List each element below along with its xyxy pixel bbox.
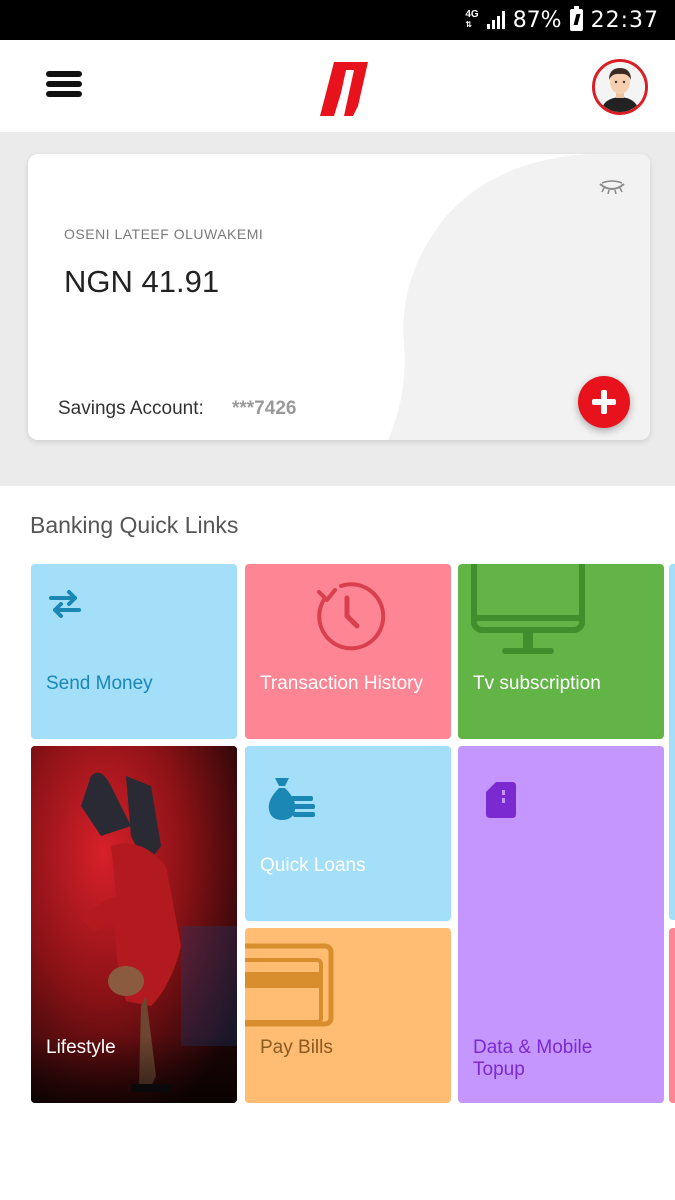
lifestyle-label: Lifestyle xyxy=(46,1037,116,1058)
send-money-label: Send Money xyxy=(46,673,153,694)
account-holder-name: OSENI LATEEF OLUWAKEMI xyxy=(64,226,264,242)
lifestyle-tile[interactable]: Lifestyle xyxy=(31,746,237,1103)
pay-bills-tile[interactable]: Pay Bills xyxy=(245,928,451,1103)
sim-card-icon xyxy=(486,782,516,818)
transaction-history-label: Transaction History xyxy=(260,673,423,694)
account-card[interactable]: OSENI LATEEF OLUWAKEMI NGN 41.91 Savings… xyxy=(28,154,650,440)
hide-balance-eye-icon[interactable] xyxy=(598,180,626,196)
account-section: OSENI LATEEF OLUWAKEMI NGN 41.91 Savings… xyxy=(0,132,675,486)
next-tile-edge-2[interactable] xyxy=(669,928,675,1103)
clock: 22:37 xyxy=(590,7,659,33)
tv-monitor-icon xyxy=(471,564,585,654)
network-type: 4G ⇅ xyxy=(465,9,479,30)
clock-history-icon xyxy=(317,582,386,651)
quick-loans-label: Quick Loans xyxy=(260,855,366,876)
account-balance: NGN 41.91 xyxy=(64,264,220,299)
hamburger-menu-icon[interactable] xyxy=(46,71,82,99)
account-type-label: Savings Account: xyxy=(58,398,204,419)
bank-logo xyxy=(320,62,368,116)
transfer-arrows-icon xyxy=(49,590,81,618)
credit-card-icon xyxy=(245,943,334,1027)
money-bag-icon xyxy=(268,778,315,820)
tv-subscription-label: Tv subscription xyxy=(473,673,601,694)
send-money-tile[interactable]: Send Money xyxy=(31,564,237,739)
quick-loans-tile[interactable]: Quick Loans xyxy=(245,746,451,921)
account-number: ***7426 xyxy=(232,398,297,419)
signal-icon xyxy=(486,11,505,29)
status-bar: 4G ⇅ 87% 22:37 xyxy=(0,0,675,40)
quick-links-title: Banking Quick Links xyxy=(30,512,239,538)
next-tile-edge[interactable] xyxy=(669,564,675,920)
tv-subscription-tile[interactable]: Tv subscription xyxy=(458,564,664,739)
transaction-history-tile[interactable]: Transaction History xyxy=(245,564,451,739)
user-avatar[interactable] xyxy=(592,59,648,115)
data-mobile-topup-tile[interactable]: Data & Mobile Topup xyxy=(458,746,664,1103)
app-header xyxy=(0,40,675,132)
avatar-face-icon xyxy=(595,62,645,112)
battery-percent: 87% xyxy=(512,7,562,33)
pay-bills-label: Pay Bills xyxy=(260,1037,333,1058)
status-indicators: 4G ⇅ 87% 22:37 xyxy=(465,6,659,34)
add-account-button[interactable] xyxy=(578,376,630,428)
battery-icon xyxy=(569,6,583,31)
data-mobile-topup-label: Data & Mobile Topup xyxy=(473,1037,593,1080)
